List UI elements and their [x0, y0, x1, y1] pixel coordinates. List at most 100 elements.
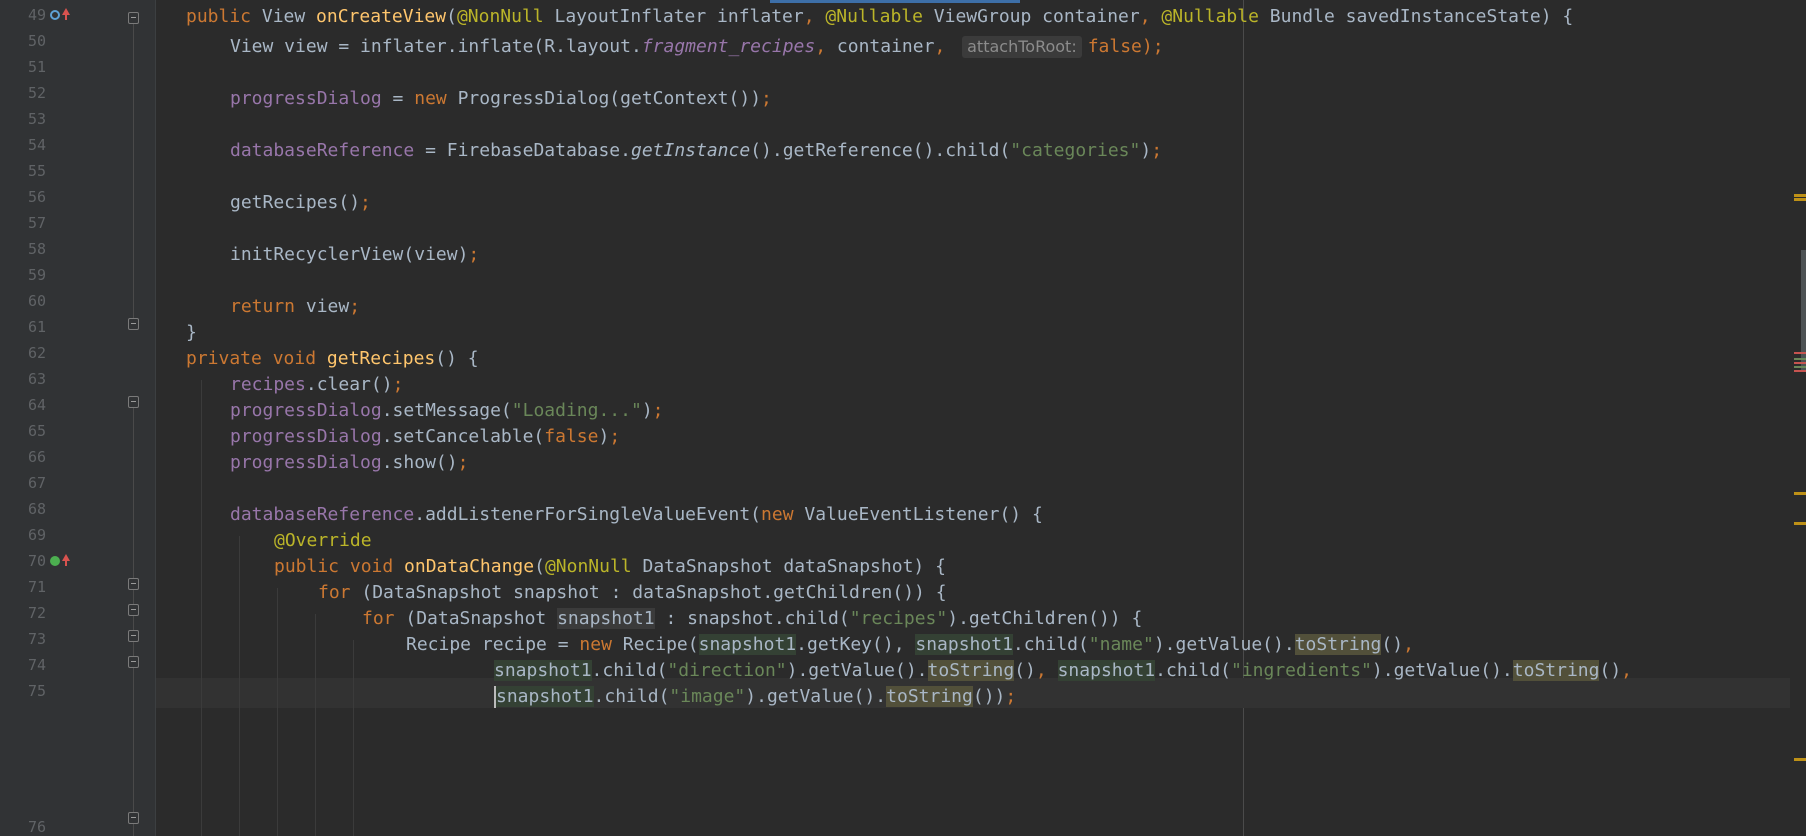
- fold-toggle-icon[interactable]: [128, 396, 139, 408]
- token-text: .child(: [1012, 634, 1089, 655]
- token-text: () {: [435, 348, 479, 369]
- token-text: ).getChildren()) {: [947, 608, 1143, 629]
- token-text: .clear(): [305, 374, 393, 395]
- token-text: ProgressDialog(getContext()): [457, 88, 762, 109]
- fold-toggle-icon[interactable]: [128, 812, 139, 824]
- line-number: 74: [27, 656, 46, 674]
- token-string: "image": [669, 686, 746, 707]
- code-editor[interactable]: 49 50 51 52 53 54 55 56 57 58 59 60 61 6…: [0, 0, 1806, 836]
- parameter-hint: attachToRoot:: [962, 36, 1082, 58]
- token-text: Recipe(: [622, 634, 699, 655]
- token-method-call: toString: [886, 686, 973, 707]
- token-keyword: for: [318, 582, 362, 603]
- token-text: .child(: [1155, 660, 1231, 681]
- token-text: ).getValue().: [745, 686, 887, 707]
- indent-guide: [239, 536, 240, 836]
- token-static-method: getInstance: [630, 140, 751, 161]
- fold-toggle-icon[interactable]: [128, 578, 139, 590]
- fold-toggle-icon[interactable]: [128, 318, 139, 330]
- token-field: progressDialog: [230, 426, 382, 447]
- token-method-call: toString: [927, 660, 1015, 681]
- token-keyword: for: [362, 608, 406, 629]
- warning-marker[interactable]: [1794, 522, 1806, 525]
- token-punct: ,: [934, 36, 957, 57]
- vertical-scrollbar[interactable]: [1790, 0, 1806, 836]
- implements-icon[interactable]: [50, 556, 60, 566]
- token-text: .setMessage(: [381, 400, 512, 421]
- code-line-58[interactable]: initRecyclerView(view);: [230, 240, 479, 270]
- warning-marker[interactable]: [1794, 492, 1806, 495]
- token-method-call: toString: [1512, 660, 1600, 681]
- token-text: .child(: [591, 660, 668, 681]
- token-text: container: [836, 36, 935, 57]
- token-text: initRecyclerView(view): [230, 244, 469, 265]
- token-punct: ,: [803, 6, 826, 27]
- code-line-54[interactable]: databaseReference = FirebaseDatabase.get…: [230, 136, 1162, 166]
- token-text: ).getValue().: [1153, 634, 1295, 655]
- warning-marker[interactable]: [1794, 758, 1806, 761]
- token-text: ValueEventListener() {: [804, 504, 1043, 525]
- token-string: "categories": [1010, 140, 1141, 161]
- line-number: 75: [27, 682, 46, 700]
- token-text: =: [381, 88, 415, 109]
- code-line-56[interactable]: getRecipes();: [230, 188, 371, 218]
- fold-toggle-icon[interactable]: [128, 630, 139, 642]
- warning-marker[interactable]: [1794, 194, 1806, 197]
- code-line-60[interactable]: return view;: [230, 292, 360, 322]
- token-string: "ingredients": [1231, 660, 1372, 681]
- token-text: (DataSnapshot snapshot : dataSnapshot.ge…: [361, 582, 947, 603]
- code-line-66[interactable]: progressDialog.show();: [230, 448, 468, 478]
- fold-toggle-icon[interactable]: [128, 604, 139, 616]
- token-variable: snapshot1: [1057, 660, 1156, 681]
- line-number: 58: [27, 240, 46, 258]
- code-line-50[interactable]: View view = inflater.inflate(R.layout.fr…: [230, 32, 1164, 62]
- change-marker[interactable]: [1794, 366, 1806, 368]
- line-number: 49: [27, 6, 46, 24]
- line-number: 59: [27, 266, 46, 284]
- token-text: .getKey(),: [796, 634, 916, 655]
- error-marker[interactable]: [1794, 362, 1806, 364]
- token-text: (): [1381, 634, 1404, 655]
- line-number: 76: [27, 818, 46, 836]
- line-number: 67: [27, 474, 46, 492]
- token-text: ()): [972, 686, 1006, 707]
- fold-toggle-icon[interactable]: [128, 656, 139, 668]
- error-marker[interactable]: [1794, 352, 1806, 354]
- line-number: 64: [27, 396, 46, 414]
- warning-marker[interactable]: [1794, 198, 1806, 201]
- token-variable: snapshot1: [496, 686, 594, 707]
- token-punct: ;: [761, 88, 772, 109]
- token-variable: snapshot1: [915, 634, 1013, 655]
- token-annotation: @Override: [274, 530, 372, 551]
- token-field: databaseReference: [230, 504, 415, 525]
- overrides-icon[interactable]: [50, 10, 60, 20]
- token-text: }: [186, 322, 197, 343]
- error-marker[interactable]: [1794, 370, 1806, 372]
- token-text: ).getValue().: [1371, 660, 1513, 681]
- token-keyword: public void: [274, 556, 405, 577]
- line-number: 66: [27, 448, 46, 466]
- token-text: .show(): [381, 452, 458, 473]
- token-text: View view = inflater.inflate(R.layout.: [230, 36, 642, 57]
- token-text: Recipe recipe =: [406, 634, 580, 655]
- token-string: "Loading...": [511, 400, 642, 421]
- line-number: 57: [27, 214, 46, 232]
- change-marker[interactable]: [1794, 358, 1806, 360]
- indent-guide: [201, 380, 202, 836]
- code-line-52[interactable]: progressDialog = new ProgressDialog(getC…: [230, 84, 772, 114]
- token-punct: ,: [1035, 660, 1058, 681]
- indent-guide: [277, 588, 278, 836]
- token-type: View: [261, 6, 317, 27]
- fold-toggle-icon[interactable]: [128, 12, 139, 24]
- token-annotation: @NonNull: [544, 556, 643, 577]
- token-method: onDataChange: [404, 556, 535, 577]
- token-method-call: toString: [1294, 634, 1382, 655]
- token-field: databaseReference: [230, 140, 415, 161]
- token-punct: ,: [815, 36, 837, 57]
- code-line-49[interactable]: public View onCreateView(@NonNull Layout…: [186, 2, 1573, 32]
- code-line-75[interactable]: snapshot1.child("image").getValue().toSt…: [494, 682, 1016, 712]
- token-punct: ,: [1139, 6, 1162, 27]
- token-string: "direction": [667, 660, 787, 681]
- token-field: fragment_recipes: [641, 36, 816, 57]
- fold-range-line: [133, 24, 134, 320]
